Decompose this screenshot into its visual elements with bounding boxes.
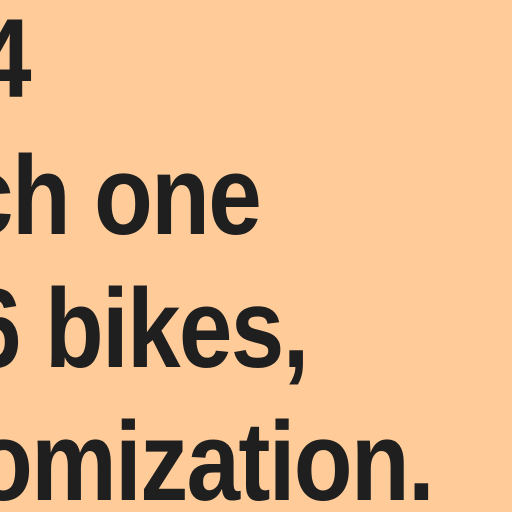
text-line-2-content: ch one — [0, 133, 262, 258]
text-line-3-content: 6 bikes, — [0, 266, 309, 391]
text-line-4: omization. — [0, 406, 508, 512]
text-line-1: 4 — [0, 3, 38, 115]
text-line-3: 6 bikes, — [0, 273, 363, 385]
cropped-text-panel: 4 ch one 6 bikes, omization. — [0, 0, 512, 512]
text-line-1-content: 4 — [0, 3, 32, 115]
text-line-2: ch one — [0, 140, 309, 252]
text-line-4-content: omization. — [0, 399, 435, 512]
